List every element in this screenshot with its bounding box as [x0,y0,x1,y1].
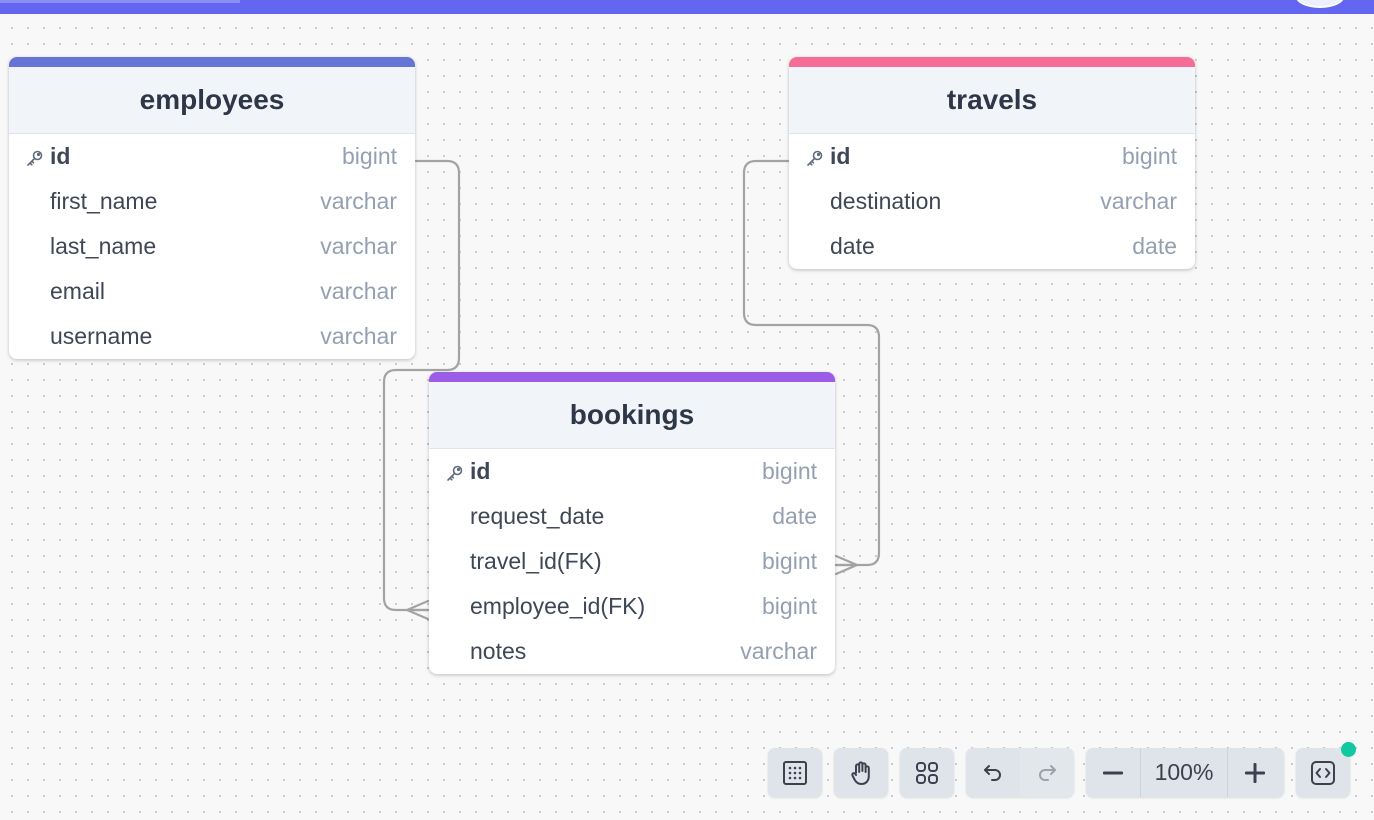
field-name: employee_id(FK) [470,593,646,619]
field-row[interactable]: last_name varchar [9,224,415,269]
field-type: bigint [1122,143,1177,169]
key-icon [25,147,45,167]
field-type: varchar [320,188,397,214]
field-row[interactable]: email varchar [9,269,415,314]
field-row[interactable]: id bigint [9,134,415,179]
field-name: id [50,143,71,169]
field-name: notes [470,638,527,664]
field-row[interactable]: username varchar [9,314,415,359]
field-name: username [50,323,153,349]
table-accent-bar [429,372,835,382]
field-row[interactable]: employee_id(FK) bigint [429,584,835,629]
zoom-out-button[interactable] [1086,748,1140,797]
field-row[interactable]: date date [789,224,1195,269]
field-name: destination [830,188,942,214]
crows-foot-employee-id [405,599,430,621]
field-type: bigint [762,593,817,619]
field-row[interactable]: travel_id(FK) bigint [429,539,835,584]
field-type: varchar [320,323,397,349]
table-title[interactable]: bookings [429,382,835,449]
view-code-button[interactable] [1296,748,1350,797]
zoom-out-icon [1103,771,1123,774]
field-row[interactable]: id bigint [429,449,835,494]
history-controls [966,748,1074,797]
table-title[interactable]: employees [9,67,415,134]
code-icon [1311,760,1335,785]
zoom-controls: 100% [1086,748,1284,797]
field-name: id [470,458,491,484]
table-employees[interactable]: employees id bigint first_name varchar last_… [9,57,415,359]
table-title[interactable]: travels [789,67,1195,134]
table-accent-bar [789,57,1195,67]
field-type: varchar [320,278,397,304]
avatar[interactable] [1296,0,1344,8]
field-type: varchar [1100,188,1177,214]
redo-icon [1039,764,1056,781]
redo-button[interactable] [1020,748,1074,797]
top-bar [0,0,1374,14]
undo-button[interactable] [966,748,1020,797]
undo-icon [984,764,1001,781]
field-type: varchar [740,638,817,664]
zoom-level[interactable]: 100% [1141,759,1227,786]
auto-layout-button[interactable] [900,748,954,797]
field-row[interactable]: destination varchar [789,179,1195,224]
field-name: id [830,143,851,169]
field-name: last_name [50,233,157,259]
field-name: request_date [470,503,605,529]
field-row[interactable]: first_name varchar [9,179,415,224]
field-type: bigint [342,143,397,169]
field-name: first_name [50,188,158,214]
layout-icon [916,761,938,784]
field-type: date [772,503,817,529]
top-bar-highlight [0,0,240,3]
field-row[interactable]: request_date date [429,494,835,539]
key-icon [445,462,465,482]
table-accent-bar [9,57,415,67]
zoom-in-button[interactable] [1228,748,1282,797]
field-type: bigint [762,458,817,484]
grid-icon [783,760,807,785]
crows-foot-travel-id [834,554,859,576]
table-bookings[interactable]: bookings id bigint request_date date travel_… [429,372,835,674]
field-type: date [1132,233,1177,259]
field-name: travel_id(FK) [470,548,602,574]
status-indicator [1341,742,1356,757]
field-type: varchar [320,233,397,259]
field-name: email [50,278,105,304]
hand-icon [851,760,870,785]
grid-toggle-button[interactable] [768,748,822,797]
field-type: bigint [762,548,817,574]
table-travels[interactable]: travels id bigint destination varchar date da… [789,57,1195,269]
field-name: date [830,233,875,259]
field-row[interactable]: notes varchar [429,629,835,674]
zoom-in-icon [1245,762,1265,783]
key-icon [805,147,825,167]
pan-tool-button[interactable] [834,748,888,797]
field-row[interactable]: id bigint [789,134,1195,179]
